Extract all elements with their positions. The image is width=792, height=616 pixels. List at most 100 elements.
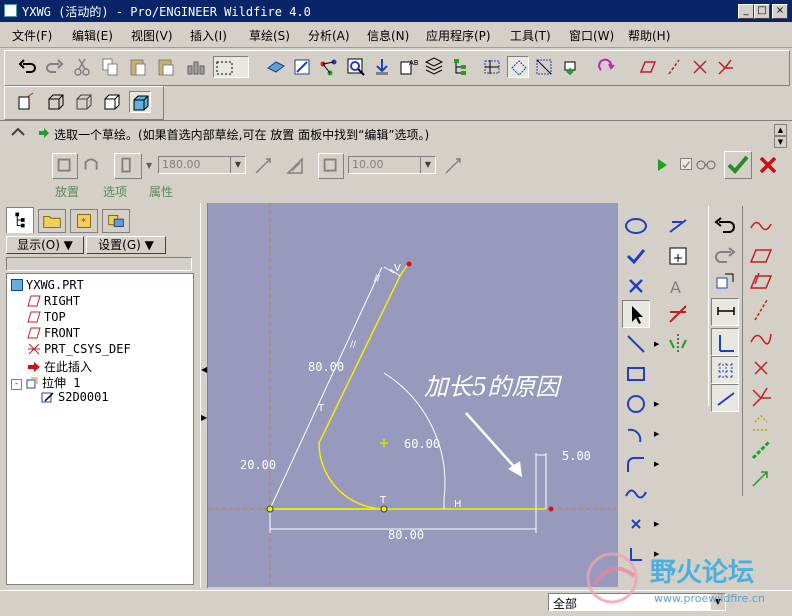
cut-button[interactable] (71, 56, 93, 78)
glasses-icon[interactable] (696, 157, 716, 171)
no-hidden-button[interactable] (101, 91, 123, 113)
nav-tab-connections[interactable] (102, 209, 130, 233)
paste-button[interactable] (127, 56, 149, 78)
mirror-tool-button[interactable] (664, 330, 692, 358)
tab-placement[interactable]: 放置 (55, 183, 79, 200)
expand-right-icon[interactable]: ▶ (201, 413, 207, 422)
surface-option-button[interactable] (80, 153, 106, 179)
circle-tool-button[interactable] (622, 390, 650, 418)
thicken-button[interactable] (318, 153, 344, 179)
datum-analysis-tool[interactable] (747, 408, 775, 436)
datum-curve-tool[interactable] (747, 324, 775, 352)
menu-applications[interactable]: 应用程序(P) (426, 27, 491, 44)
menu-window[interactable]: 窗口(W) (569, 27, 614, 44)
tree-item-sketch[interactable]: S2D0001 (41, 390, 109, 404)
hidden-line-button[interactable] (73, 91, 95, 113)
model-tree-button[interactable] (449, 56, 471, 78)
plane-button[interactable] (637, 56, 659, 78)
rectangle-tool-button[interactable] (622, 360, 650, 388)
thickness-value-field[interactable]: 10.00 ▼ (348, 156, 436, 174)
csys-toggle[interactable] (559, 56, 581, 78)
sketch-vertex[interactable] (380, 505, 388, 513)
flip-direction-button[interactable] (252, 155, 274, 177)
spline-tool-button[interactable] (622, 480, 650, 508)
trim-tool-button[interactable] (664, 300, 692, 328)
panel-splitter[interactable]: ◀ ▶ (200, 203, 208, 588)
orient-button[interactable] (291, 56, 313, 78)
end-line[interactable] (399, 263, 409, 277)
dim-radius[interactable]: 60.00 (404, 437, 440, 451)
wave-button[interactable] (747, 212, 775, 240)
thickness-dropdown-icon[interactable]: ▼ (420, 157, 435, 173)
collapse-left-icon[interactable]: ◀ (201, 365, 207, 374)
menu-insert[interactable]: 插入(I) (190, 27, 227, 44)
tree-search-field[interactable] (6, 257, 192, 271)
end-point-red[interactable] (548, 506, 554, 512)
csys-button[interactable] (715, 56, 737, 78)
datum-arrow-tool[interactable] (747, 464, 775, 492)
spin-center-button[interactable] (317, 56, 339, 78)
dim-step[interactable]: 5.00 (562, 449, 591, 463)
grid-display-toggle[interactable] (711, 356, 739, 384)
datum-axis-tool[interactable] (747, 296, 775, 324)
axis-display-button[interactable] (15, 91, 37, 113)
solid-option-button[interactable] (52, 153, 78, 179)
message-scroll-up-button[interactable]: ▲ (774, 124, 787, 136)
tree-item-right[interactable]: RIGHT (27, 294, 80, 308)
point-button[interactable] (689, 56, 711, 78)
datum-offset-tool[interactable] (747, 268, 775, 296)
menu-tools[interactable]: 工具(T) (510, 27, 551, 44)
dimension-tool-button[interactable] (664, 242, 692, 270)
accept-button[interactable] (724, 151, 752, 179)
datum-chain-tool[interactable] (747, 436, 775, 464)
minimize-button[interactable]: _ (738, 4, 754, 19)
dashboard-collapse-arrow-icon[interactable] (10, 125, 26, 139)
graphics-window[interactable]: 80.00 80.00 60.00 20.00 5.00 V // // T T… (208, 203, 618, 587)
message-scroll-down-button[interactable]: ▼ (774, 136, 787, 148)
layers-button[interactable] (423, 56, 445, 78)
sketch-vertex[interactable] (266, 505, 274, 513)
menu-help[interactable]: 帮助(H) (628, 27, 670, 44)
remove-material-button[interactable] (284, 155, 306, 177)
sketch-undo-button[interactable] (711, 212, 739, 240)
sketch-quit-button[interactable] (622, 272, 650, 300)
dim-bottom[interactable]: 80.00 (388, 528, 424, 542)
sketch-done-button[interactable] (622, 242, 650, 270)
datum-csys-tool[interactable] (747, 382, 775, 410)
dim-display-toggle[interactable] (711, 298, 739, 326)
submenu-arrow-icon[interactable]: ▶ (654, 430, 659, 438)
tree-item-front[interactable]: FRONT (27, 326, 80, 340)
menu-file[interactable]: 文件(F) (12, 27, 52, 44)
refit-button[interactable]: AB (397, 56, 419, 78)
menu-info[interactable]: 信息(N) (367, 27, 409, 44)
wireframe-button[interactable] (45, 91, 67, 113)
depth-type-dropdown-icon[interactable]: ▼ (146, 161, 152, 170)
end-point-red[interactable] (406, 261, 412, 267)
sketch-setup-button[interactable] (711, 268, 739, 296)
text-tool-button[interactable]: A (664, 272, 692, 300)
select-tool-button[interactable] (622, 300, 650, 328)
vertex-display-toggle[interactable] (711, 384, 739, 412)
datum-axes-toggle[interactable] (507, 56, 529, 78)
undo-button[interactable] (17, 56, 39, 78)
pause-button[interactable] (654, 157, 670, 173)
tab-properties[interactable]: 属性 (149, 183, 173, 200)
preview-checkbox[interactable] (680, 158, 692, 170)
tree-item-top[interactable]: TOP (27, 310, 66, 324)
menu-analysis[interactable]: 分析(A) (308, 27, 350, 44)
point-tool-button[interactable] (622, 510, 650, 538)
menu-sketch[interactable]: 草绘(S) (249, 27, 290, 44)
repaint-button[interactable] (265, 56, 287, 78)
sketch-view-button[interactable] (622, 212, 650, 240)
shading-button[interactable] (129, 91, 151, 113)
tree-item-extrude[interactable]: - 拉伸 1 (11, 374, 80, 391)
tab-options[interactable]: 选项 (103, 183, 127, 200)
paste-special-button[interactable] (155, 56, 177, 78)
thickness-flip-button[interactable] (442, 155, 464, 177)
datum-planes-toggle[interactable] (481, 56, 503, 78)
menu-view[interactable]: 视图(V) (131, 27, 173, 44)
line-tool-button[interactable] (622, 330, 650, 358)
depth-value-field[interactable]: 180.00 ▼ (158, 156, 246, 174)
maximize-button[interactable]: □ (754, 4, 770, 19)
select-box-button[interactable] (213, 56, 249, 78)
